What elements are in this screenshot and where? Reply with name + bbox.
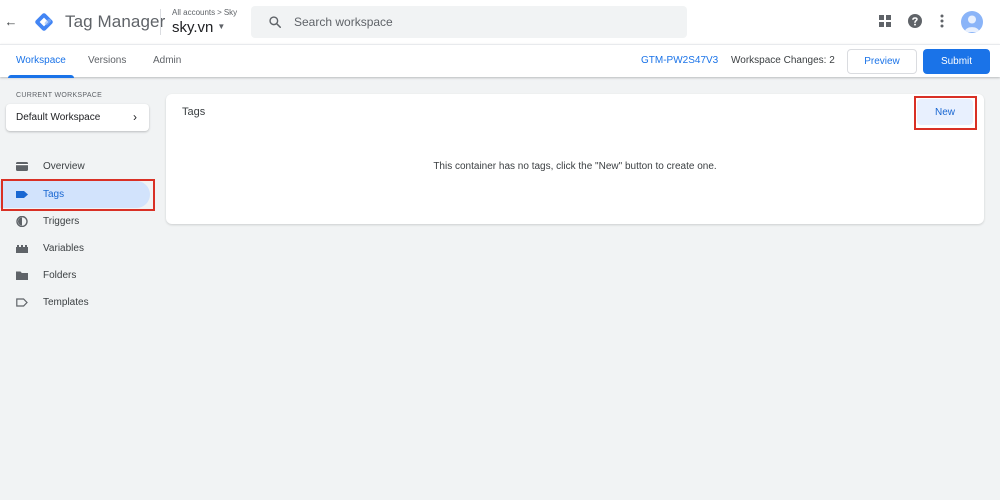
tab-versions[interactable]: Versions: [88, 55, 126, 66]
template-icon: [16, 298, 28, 307]
workspace-nav-bar: Workspace Versions Admin GTM-PW2S47V3 Wo…: [0, 44, 1000, 78]
sidebar-item-variables[interactable]: Variables: [0, 235, 152, 262]
workspace-name: Default Workspace: [16, 112, 101, 123]
caret-down-icon: ▼: [217, 22, 226, 31]
workspace-selector[interactable]: Default Workspace ›: [6, 104, 149, 131]
tags-card: Tags New This container has no tags, cli…: [166, 94, 984, 224]
breadcrumb-account[interactable]: All accounts: [172, 8, 215, 17]
avatar[interactable]: [961, 11, 983, 33]
preview-button[interactable]: Preview: [847, 49, 917, 74]
overview-icon: [16, 162, 28, 171]
current-workspace-label: CURRENT WORKSPACE: [16, 92, 103, 99]
trigger-icon: [16, 216, 28, 227]
folder-icon: [16, 271, 28, 280]
sidebar-item-label: Folders: [43, 270, 77, 281]
breadcrumb[interactable]: All accounts > Sky: [172, 8, 237, 17]
sidebar-item-label: Triggers: [43, 216, 80, 227]
new-button-highlight-box: [914, 96, 977, 130]
search-bar[interactable]: [251, 6, 687, 38]
app-name[interactable]: Tag Manager: [65, 12, 165, 32]
container-name[interactable]: sky.vn: [172, 19, 213, 36]
chevron-right-icon: ›: [133, 110, 137, 124]
sidebar-item-label: Overview: [43, 161, 85, 172]
sidebar-item-label: Variables: [43, 243, 84, 254]
avatar-person-icon: [964, 15, 980, 32]
active-tab-indicator: [8, 75, 74, 78]
top-bar: ← Tag Manager All accounts > Sky sky.vn ▼: [0, 0, 1000, 44]
sidebar-item-templates[interactable]: Templates: [0, 289, 152, 316]
more-vert-icon[interactable]: [934, 13, 950, 29]
workspace-changes-count: Workspace Changes: 2: [731, 55, 835, 66]
card-title: Tags: [182, 106, 206, 118]
container-id-link[interactable]: GTM-PW2S47V3: [641, 55, 718, 66]
sidebar-item-label: Templates: [43, 297, 89, 308]
arrow-left-icon[interactable]: ←: [4, 14, 18, 30]
tab-workspace[interactable]: Workspace: [16, 55, 66, 66]
tags-highlight-box: [1, 179, 155, 211]
breadcrumb-separator: >: [217, 8, 222, 17]
sidebar-item-folders[interactable]: Folders: [0, 262, 152, 289]
submit-button[interactable]: Submit: [923, 49, 990, 74]
header-divider: [160, 9, 161, 35]
tag-manager-logo[interactable]: [33, 11, 55, 33]
container-selector[interactable]: sky.vn ▼: [172, 19, 225, 36]
help-icon[interactable]: [907, 13, 923, 29]
apps-grid-icon[interactable]: [877, 13, 893, 29]
sidebar-item-triggers[interactable]: Triggers: [0, 208, 152, 235]
tab-admin[interactable]: Admin: [153, 55, 181, 66]
sidebar-item-overview[interactable]: Overview: [0, 153, 152, 180]
variables-icon: [16, 245, 28, 253]
search-input[interactable]: [294, 13, 674, 31]
search-icon: [269, 16, 282, 29]
breadcrumb-current[interactable]: Sky: [224, 8, 237, 17]
empty-state-message: This container has no tags, click the "N…: [433, 161, 717, 172]
